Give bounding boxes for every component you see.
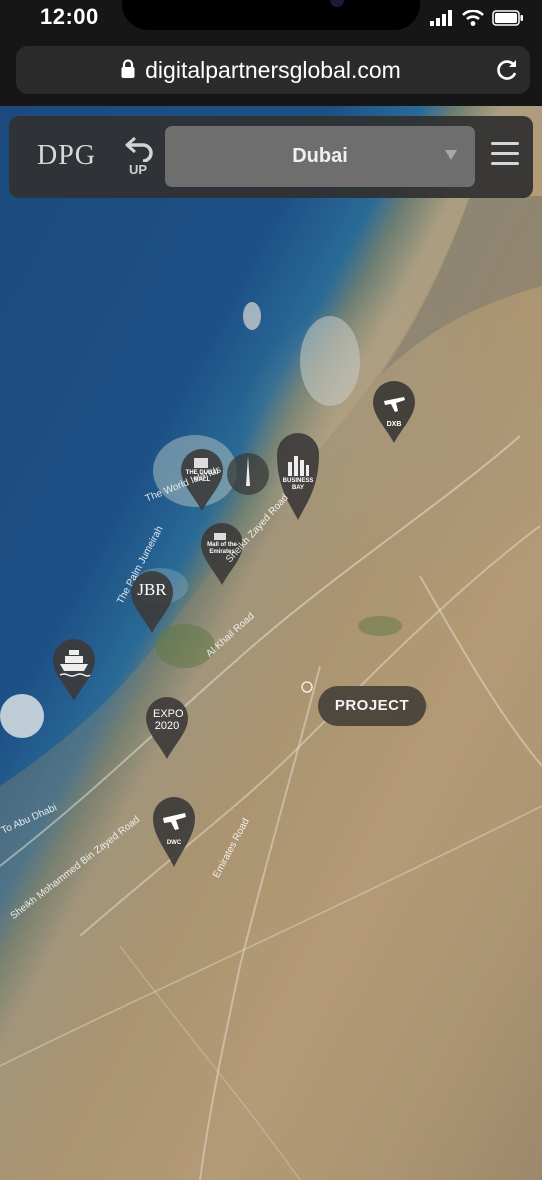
pin-label: DXB — [386, 421, 402, 428]
project-marker[interactable]: PROJECT — [318, 686, 426, 726]
pin-label: BUSINESS BAY — [282, 478, 314, 491]
pin-marker-icon — [153, 797, 195, 867]
dropdown-caret-icon — [445, 150, 457, 160]
project-location-dot-icon — [301, 681, 313, 693]
status-time: 12:00 — [40, 4, 99, 29]
burj-tower-icon — [227, 453, 269, 495]
city-dropdown[interactable]: Dubai — [165, 126, 475, 187]
map-pin-airport-dwc[interactable]: DWC — [152, 796, 196, 867]
status-icons — [430, 8, 524, 28]
back-arrow-icon — [125, 136, 153, 162]
reload-icon[interactable] — [494, 57, 520, 83]
map-pin-cruise-terminal[interactable] — [52, 638, 96, 702]
pin-label: DWC — [166, 840, 182, 846]
browser-address-bar[interactable]: digitalpartnersglobal.com — [16, 46, 530, 94]
site-header: DPG UP Dubai — [9, 116, 533, 198]
hamburger-menu-icon[interactable] — [491, 142, 519, 166]
wifi-icon — [462, 10, 484, 26]
logo[interactable]: DPG — [37, 140, 96, 172]
map-pin-expo-2020[interactable]: EXPO 2020 — [145, 696, 189, 760]
pin-marker-icon — [373, 381, 415, 443]
map-pin-burj-khalifa[interactable] — [226, 452, 270, 516]
up-label: UP — [129, 162, 148, 177]
phone-frame: 12:00 digitalpartnersglobal.com DPG UP D… — [0, 0, 542, 1180]
up-button[interactable]: UP — [121, 134, 155, 182]
city-selected-value: Dubai — [292, 145, 348, 167]
map-pin-business-bay[interactable]: BUSINESS BAY — [276, 432, 320, 520]
status-bar: 12:00 — [0, 0, 542, 36]
cellular-signal-icon — [430, 10, 452, 26]
map-pin-airport-dxb[interactable]: DXB — [372, 380, 416, 444]
ship-pin-icon — [53, 639, 95, 701]
notch — [122, 0, 420, 30]
pin-label: EXPO 2020 — [153, 708, 184, 732]
url-text[interactable]: digitalpartnersglobal.com — [16, 46, 530, 94]
battery-icon — [492, 10, 523, 26]
